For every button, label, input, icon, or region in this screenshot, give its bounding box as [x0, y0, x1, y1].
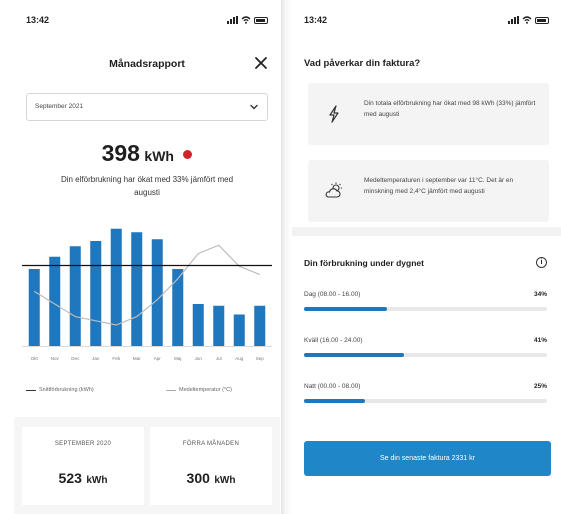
lightning-icon: [329, 105, 339, 123]
chart-bar: [131, 232, 143, 346]
legend-usage: Snittförbrukning (kWh): [26, 387, 94, 393]
total-usage-value: 398: [101, 140, 140, 166]
battery-icon: [535, 16, 549, 24]
chart-bar: [192, 304, 204, 346]
chart-bar: [151, 239, 163, 346]
usage-row-percent: 25%: [533, 383, 547, 390]
screen-divider: [281, 0, 291, 514]
invoice-factors-screen: 13:42 Vad påverkar din faktura? Din tota…: [292, 0, 561, 514]
compare-last-year-label: SEPTEMBER 2020: [54, 441, 112, 447]
x-tick-label: Jun: [195, 356, 203, 361]
progress-track: [304, 307, 547, 311]
daily-usage-heading: Din förbrukning under dygnet: [304, 258, 424, 268]
progress-fill: [304, 399, 365, 403]
usage-change-text: Din totala elförbrukning har ökat med 98…: [364, 100, 536, 118]
chart-bar: [90, 241, 102, 346]
wifi-icon: [241, 16, 251, 24]
increase-indicator: [183, 150, 193, 159]
view-invoice-button[interactable]: Se din senaste faktura 2331 kr: [304, 441, 551, 476]
x-tick-label: Sep: [256, 356, 265, 361]
x-tick-label: Maj: [174, 356, 181, 361]
usage-row-night: Natt (00.00 - 08.00) 25%: [304, 383, 547, 413]
status-time: 13:42: [304, 15, 328, 25]
battery-icon: [254, 16, 268, 24]
usage-description: Din elförbrukning har ökat med 33% jämfö…: [60, 175, 234, 197]
progress-track: [304, 353, 547, 357]
period-select-value: September 2021: [35, 103, 84, 110]
close-icon[interactable]: [252, 54, 270, 72]
total-usage: 398 kWh: [14, 140, 280, 167]
legend-temperature-label: Medeltemperatur (°C): [179, 387, 232, 393]
chart-bar: [69, 246, 81, 346]
x-tick-label: Feb: [112, 356, 120, 361]
temperature-card: Medeltemperaturen i september var 11°C. …: [308, 160, 549, 222]
compare-last-year-value: 523: [58, 470, 82, 486]
wifi-icon: [522, 16, 532, 24]
status-time: 13:42: [26, 15, 50, 25]
chart-bar: [233, 314, 245, 346]
chart-bar: [110, 228, 122, 346]
usage-row-evening: Kväll (16.00 - 24.00) 41%: [304, 337, 547, 367]
chevron-down-icon: [250, 104, 258, 110]
compare-last-year: SEPTEMBER 2020 523 kWh: [22, 427, 144, 505]
compare-last-month: FÖRRA MÅNADEN 300 kWh: [150, 427, 272, 505]
monthly-report-screen: 13:42 Månadsrapport September 2021 398 k…: [14, 0, 280, 514]
status-bar: 13:42: [304, 15, 549, 29]
comparison-section: SEPTEMBER 2020 523 kWh FÖRRA MÅNADEN 300…: [14, 417, 280, 514]
status-bar: 13:42: [26, 15, 268, 29]
total-usage-unit: kWh: [144, 148, 174, 164]
x-tick-label: Jan: [92, 356, 100, 361]
usage-chart: Okt Nov Dec Jan Feb Mar Apr Maj Jun Jul Aug Sep: [22, 228, 272, 361]
chart-bar: [28, 269, 40, 346]
progress-fill: [304, 353, 404, 357]
section-divider: [292, 227, 561, 236]
section-heading: Vad påverkar din faktura?: [304, 58, 421, 69]
info-icon[interactable]: i: [536, 257, 547, 268]
legend-usage-label: Snittförbrukning (kWh): [39, 387, 94, 393]
usage-change-card: Din totala elförbrukning har ökat med 98…: [308, 83, 549, 145]
x-tick-label: Nov: [51, 356, 60, 361]
signal-icon: [508, 16, 519, 24]
compare-last-month-unit: kWh: [214, 475, 236, 486]
compare-last-month-value: 300: [186, 470, 210, 486]
x-tick-label: Mar: [133, 356, 141, 361]
chart-bar: [213, 305, 225, 346]
usage-row-label: Dag (08.00 - 16.00): [304, 291, 361, 298]
temperature-text: Medeltemperaturen i september var 11°C. …: [364, 177, 514, 195]
usage-row-day: Dag (08.00 - 16.00) 34%: [304, 291, 547, 321]
legend-temperature: Medeltemperatur (°C): [166, 387, 232, 393]
x-tick-label: Apr: [154, 356, 162, 361]
page-title: Månadsrapport: [109, 58, 185, 70]
signal-icon: [227, 16, 238, 24]
progress-track: [304, 399, 547, 403]
x-tick-label: Jul: [216, 356, 222, 361]
partly-cloudy-icon: [325, 182, 342, 198]
x-tick-label: Dec: [71, 356, 80, 361]
chart-bar: [254, 305, 266, 346]
usage-row-percent: 34%: [533, 291, 547, 298]
usage-row-percent: 41%: [533, 337, 547, 344]
compare-last-month-label: FÖRRA MÅNADEN: [182, 441, 240, 447]
progress-fill: [304, 307, 387, 311]
x-tick-label: Aug: [235, 356, 244, 361]
period-select[interactable]: September 2021: [26, 93, 268, 121]
usage-row-label: Kväll (16.00 - 24.00): [304, 337, 363, 344]
x-tick-label: Okt: [31, 356, 39, 361]
compare-last-year-unit: kWh: [86, 475, 108, 486]
temperature-line: [33, 244, 260, 326]
chart-bar: [172, 269, 184, 346]
usage-row-label: Natt (00.00 - 08.00): [304, 383, 361, 390]
